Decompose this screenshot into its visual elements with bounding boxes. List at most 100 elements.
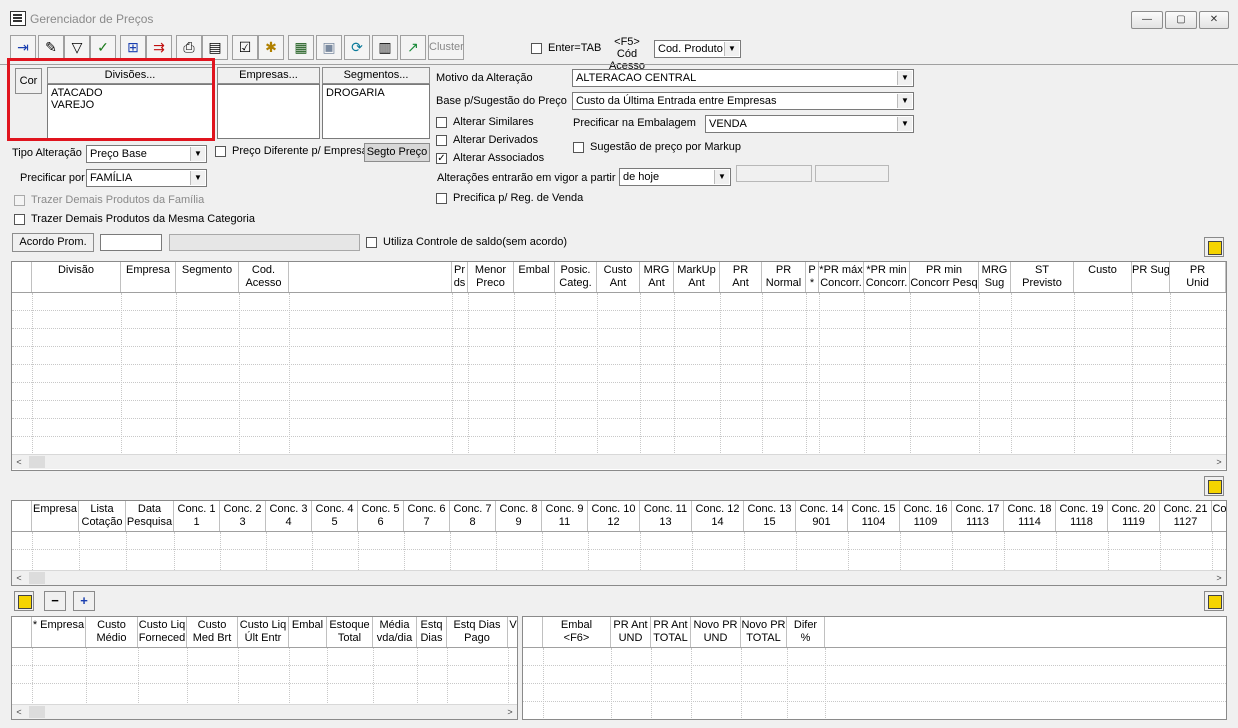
report-icon[interactable]: ▤: [202, 35, 228, 60]
close-button[interactable]: ✕: [1199, 11, 1229, 29]
column-header[interactable]: Novo PR TOTAL: [741, 617, 787, 647]
vigor-date-start-field[interactable]: [736, 165, 812, 182]
segmentos-button[interactable]: Segmentos...: [322, 67, 430, 84]
column-header[interactable]: PR Normal: [762, 262, 806, 292]
horizontal-scrollbar[interactable]: < >: [12, 454, 1226, 469]
scroll-left-icon[interactable]: <: [12, 705, 26, 719]
column-header[interactable]: Conc. 7 8: [450, 501, 496, 531]
vigor-date-end-field[interactable]: [815, 165, 889, 182]
package-price-grid[interactable]: Embal <F6> PR Ant UND PR Ant TOTAL Novo …: [522, 616, 1227, 720]
preco-diferente-checkbox[interactable]: [215, 146, 226, 157]
chevron-down-icon[interactable]: ▼: [897, 117, 912, 131]
motivo-combo[interactable]: ALTERACAO CENTRAL ▼: [572, 69, 914, 87]
column-header[interactable]: Estq Dias Pago: [447, 617, 508, 647]
scroll-thumb[interactable]: [29, 572, 45, 584]
column-header[interactable]: Conc. 17 1113: [952, 501, 1004, 531]
alterar-associados-checkbox[interactable]: ✓: [436, 153, 447, 164]
vigor-combo[interactable]: de hoje ▼: [619, 168, 731, 186]
column-header[interactable]: Data Pesquisa: [126, 501, 174, 531]
filter-icon[interactable]: ▽: [64, 35, 90, 60]
column-header[interactable]: Conc. 5 6: [358, 501, 404, 531]
export-grid-icon[interactable]: [1204, 237, 1224, 257]
list-item[interactable]: DROGARIA: [326, 87, 426, 99]
column-header[interactable]: * Empresa: [32, 617, 86, 647]
edit-check-icon[interactable]: ☑: [232, 35, 258, 60]
sugestao-markup-checkbox[interactable]: [573, 142, 584, 153]
column-header[interactable]: Conc. 2 3: [220, 501, 266, 531]
column-header[interactable]: PR Unid: [1170, 262, 1226, 292]
column-header[interactable]: Empresa: [121, 262, 176, 292]
column-header[interactable]: Conc. 6 7: [404, 501, 450, 531]
eraser-icon[interactable]: ✎: [38, 35, 64, 60]
column-header[interactable]: *PR min Concorr.: [864, 262, 910, 292]
segmentos-list[interactable]: DROGARIA: [322, 84, 430, 139]
remove-row-button[interactable]: −: [44, 591, 66, 611]
column-header[interactable]: Cod. Acesso: [239, 262, 289, 292]
controle-saldo-checkbox[interactable]: [366, 237, 377, 248]
chevron-down-icon[interactable]: ▼: [897, 71, 912, 85]
column-header[interactable]: Conc. 11 13: [640, 501, 692, 531]
add-row-button[interactable]: +: [73, 591, 95, 611]
enter-tab-checkbox[interactable]: [531, 43, 542, 54]
competitors-grid[interactable]: Empresa Lista Cotação Data Pesquisa Conc…: [11, 500, 1227, 586]
filter-check-icon[interactable]: ✓: [90, 35, 116, 60]
refresh-icon[interactable]: ⟳: [344, 35, 370, 60]
scroll-left-icon[interactable]: <: [12, 571, 26, 585]
column-header[interactable]: Conc. 20 1119: [1108, 501, 1160, 531]
acordo-prom-button[interactable]: Acordo Prom.: [12, 233, 94, 252]
stock-grid[interactable]: * Empresa Custo Médio Custo Liq Forneced…: [11, 616, 518, 720]
column-header[interactable]: Conc. 1 1: [174, 501, 220, 531]
pin-icon[interactable]: [1204, 591, 1224, 611]
column-header[interactable]: MarkUp Ant: [674, 262, 720, 292]
chevron-down-icon[interactable]: ▼: [897, 94, 912, 108]
acordo-code-input[interactable]: [100, 234, 162, 251]
column-header[interactable]: Conc. 21 1127: [1160, 501, 1212, 531]
column-header[interactable]: PR Ant UND: [611, 617, 651, 647]
column-header[interactable]: MRG Sug: [979, 262, 1011, 292]
products-grid[interactable]: Divisão Empresa Segmento Cod. Acesso Pr …: [11, 261, 1227, 471]
export-grid-icon[interactable]: [1204, 476, 1224, 496]
add-item-icon[interactable]: ⊞: [120, 35, 146, 60]
column-header[interactable]: [289, 262, 452, 292]
chevron-down-icon[interactable]: ▼: [190, 171, 205, 185]
calculator-icon[interactable]: ▥: [372, 35, 398, 60]
scroll-right-icon[interactable]: >: [1212, 455, 1226, 469]
chevron-down-icon[interactable]: ▼: [714, 170, 729, 184]
column-header[interactable]: Custo Médio: [86, 617, 138, 647]
column-header[interactable]: MRG Ant: [640, 262, 674, 292]
column-header[interactable]: PR Sug: [1132, 262, 1170, 292]
column-header[interactable]: Custo Liq Forneced: [138, 617, 187, 647]
column-header[interactable]: Conc. 8 9: [496, 501, 542, 531]
column-header[interactable]: Conc. 18 1114: [1004, 501, 1056, 531]
exit-icon[interactable]: ⇥: [10, 35, 36, 60]
minimize-button[interactable]: —: [1131, 11, 1163, 29]
column-header[interactable]: Menor Preco: [468, 262, 514, 292]
cod-produto-combo[interactable]: Cod. Produto ▼: [654, 40, 741, 58]
scroll-thumb[interactable]: [29, 456, 45, 468]
column-header[interactable]: Pr ds: [452, 262, 468, 292]
column-header[interactable]: Conc. 19 1118: [1056, 501, 1108, 531]
column-header[interactable]: *PR máx Concorr.: [819, 262, 864, 292]
column-header[interactable]: P *: [806, 262, 819, 292]
remove-item-icon[interactable]: ⇉: [146, 35, 172, 60]
column-header[interactable]: PR Ant: [720, 262, 762, 292]
column-header[interactable]: PR min Concorr Pesq: [910, 262, 979, 292]
tipo-alteracao-combo[interactable]: Preço Base ▼: [86, 145, 207, 163]
alterar-similares-checkbox[interactable]: [436, 117, 447, 128]
pin-icon[interactable]: [14, 591, 34, 611]
new-grid-icon[interactable]: ✱: [258, 35, 284, 60]
column-header[interactable]: Embal <F6>: [543, 617, 611, 647]
precifica-reg-venda-checkbox[interactable]: [436, 193, 447, 204]
empresas-button[interactable]: Empresas...: [217, 67, 320, 84]
spreadsheet-icon[interactable]: ▦: [288, 35, 314, 60]
column-header[interactable]: Estoque Total: [327, 617, 373, 647]
column-header[interactable]: V: [508, 617, 517, 647]
column-header[interactable]: Empresa: [32, 501, 79, 531]
column-header[interactable]: Conc. 3 4: [266, 501, 312, 531]
trazer-familia-checkbox[interactable]: [14, 195, 25, 206]
horizontal-scrollbar[interactable]: < >: [12, 704, 517, 719]
column-header[interactable]: Novo PR UND: [691, 617, 741, 647]
column-header[interactable]: Conc. 4 5: [312, 501, 358, 531]
column-header[interactable]: Custo: [1074, 262, 1132, 292]
column-header[interactable]: Conc. 16 1109: [900, 501, 952, 531]
